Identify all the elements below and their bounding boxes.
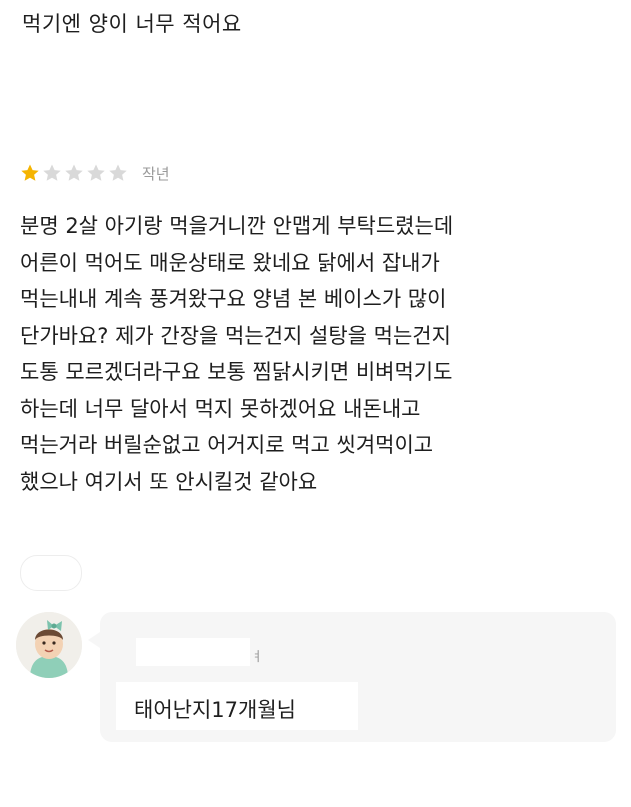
rating-row: 작년 <box>20 161 170 185</box>
star-rating <box>20 163 130 183</box>
review-date: 작년 <box>142 164 170 183</box>
review-line: 하는데 너무 달아서 먹지 못하겠어요 내돈내고 <box>20 396 421 421</box>
owner-name-suffix: ㅕ <box>251 650 263 665</box>
top-review-text: 먹기엔 양이 너무 적어요 <box>22 12 242 36</box>
review-body: 분명 2살 아기랑 먹을거니깐 안맵게 부탁드렸는데 어른이 먹어도 매운상태로… <box>20 208 620 500</box>
review-line: 어른이 먹어도 매운상태로 왔네요 닭에서 잡내가 <box>20 250 440 275</box>
owner-name-redacted <box>136 638 250 666</box>
owner-reply: ㅕ 태어난지17개월님 <box>16 612 616 762</box>
star-empty-icon <box>108 163 128 183</box>
star-filled-icon <box>20 163 40 183</box>
review-line: 먹는거라 버릴순없고 어거지로 먹고 씻겨먹이고 <box>20 433 434 457</box>
star-empty-icon <box>42 163 62 183</box>
review-line: 했으나 여기서 또 안시킬것 같아요 <box>20 469 318 494</box>
review-line: 먹는내내 계속 풍겨왔구요 양념 본 베이스가 많이 <box>20 287 447 311</box>
owner-reply-text: 태어난지17개월님 <box>134 698 296 722</box>
review-line: 도통 모르겠더라구요 보통 찜닭시키면 비벼먹기도 <box>20 360 453 384</box>
owner-avatar-image <box>16 612 82 678</box>
review-line: 분명 2살 아기랑 먹을거니깐 안맵게 부탁드렸는데 <box>20 214 454 238</box>
reply-bubble-tail <box>88 632 100 648</box>
reaction-button[interactable] <box>20 555 82 591</box>
star-empty-icon <box>64 163 84 183</box>
owner-avatar[interactable] <box>16 612 82 678</box>
star-empty-icon <box>86 163 106 183</box>
review-line: 단가바요? 제가 간장을 먹는건지 설탕을 먹는건지 <box>20 323 451 348</box>
